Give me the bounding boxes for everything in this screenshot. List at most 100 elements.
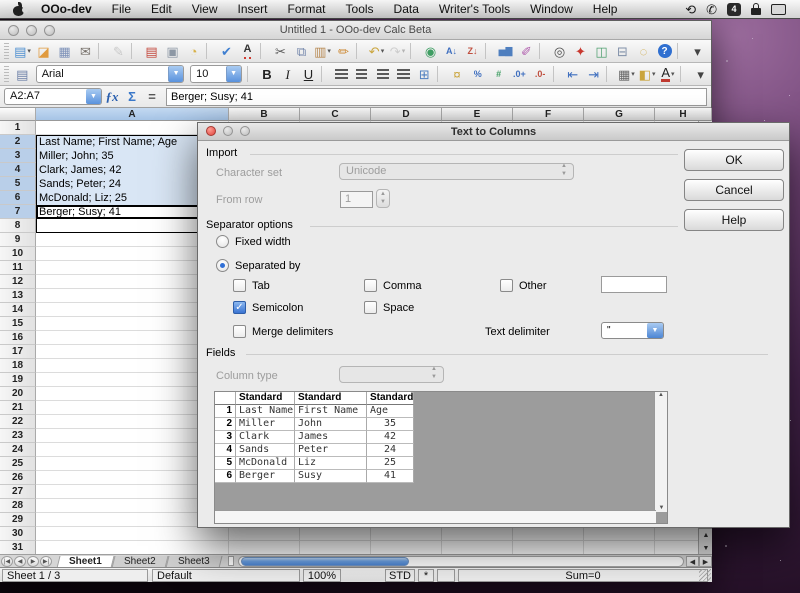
export-pdf-icon[interactable]: ▤: [142, 42, 161, 61]
preview-row-number[interactable]: 4: [215, 444, 236, 457]
ok-button[interactable]: OK: [684, 149, 784, 171]
preview-cell[interactable]: Berger: [236, 470, 295, 483]
preview-row-number[interactable]: 6: [215, 470, 236, 483]
row-header-2[interactable]: 2: [0, 135, 36, 149]
semicolon-checkbox[interactable]: ✓: [233, 301, 246, 314]
column-header-F[interactable]: F: [513, 108, 584, 121]
preview-row-number[interactable]: 2: [215, 418, 236, 431]
menu-file[interactable]: File: [102, 0, 141, 19]
time-machine-icon[interactable]: ⟲: [685, 0, 696, 19]
page-preview-icon[interactable]: ◔: [184, 42, 203, 61]
toolbar-grip[interactable]: [4, 43, 9, 59]
preview-cell[interactable]: 24: [367, 444, 414, 457]
preview-table[interactable]: StandardStandardStandard1Last NameFirst …: [214, 391, 668, 524]
data-sources-icon[interactable]: ⊟: [613, 42, 632, 61]
keychain-lock-icon[interactable]: [751, 3, 761, 16]
sort-ascending-icon[interactable]: A↓: [442, 42, 461, 61]
bold-icon[interactable]: B: [258, 65, 277, 84]
status-modified-flag[interactable]: *: [418, 569, 434, 582]
input-line[interactable]: Berger; Susy; 41: [166, 88, 707, 106]
preview-cell[interactable]: 41: [367, 470, 414, 483]
comma-checkbox[interactable]: [364, 279, 377, 292]
italic-icon[interactable]: I: [278, 65, 297, 84]
horizontal-scrollbar-thumb[interactable]: [241, 557, 409, 566]
menu-window[interactable]: Window: [520, 0, 583, 19]
from-row-field[interactable]: 1: [340, 191, 373, 208]
vertical-scrollbar-arrows[interactable]: ▲▼: [699, 528, 712, 554]
tab-checkbox[interactable]: [233, 279, 246, 292]
row-header-21[interactable]: 21: [0, 401, 36, 415]
styles-window-icon[interactable]: ▤: [13, 65, 32, 84]
preview-cell[interactable]: Peter: [295, 444, 367, 457]
undo-icon[interactable]: ↶▾: [367, 42, 386, 61]
separated-by-radio[interactable]: [216, 259, 229, 272]
menu-help[interactable]: Help: [583, 0, 628, 19]
sheet-tab-sheet1[interactable]: Sheet1: [57, 556, 115, 568]
increase-indent-icon[interactable]: ⇥: [584, 65, 603, 84]
preview-cell[interactable]: 35: [367, 418, 414, 431]
menu-format[interactable]: Format: [278, 0, 336, 19]
last-sheet-button[interactable]: ▶|: [40, 556, 52, 567]
status-page-style[interactable]: Default: [152, 569, 300, 582]
dialog-titlebar[interactable]: Text to Columns: [198, 123, 789, 141]
decrease-indent-icon[interactable]: ⇤: [563, 65, 582, 84]
preview-column-header[interactable]: Standard: [367, 392, 414, 405]
row-header-7[interactable]: 7: [0, 205, 36, 219]
hyperlink-icon[interactable]: ◉: [421, 42, 440, 61]
number-format-standard-icon[interactable]: #: [489, 65, 508, 84]
align-left-icon[interactable]: [332, 65, 351, 84]
dropdown-arrow-icon[interactable]: ▾: [631, 65, 635, 84]
spaces-icon[interactable]: 4: [727, 3, 741, 16]
function-icon[interactable]: =: [142, 89, 162, 104]
toolbar-overflow-icon[interactable]: ▾: [691, 65, 710, 84]
row-header-29[interactable]: 29: [0, 513, 36, 527]
help-button[interactable]: Help: [684, 209, 784, 231]
menu-insert[interactable]: Insert: [228, 0, 278, 19]
number-format-currency-icon[interactable]: ¤: [448, 65, 467, 84]
preview-cell[interactable]: John: [295, 418, 367, 431]
row-header-3[interactable]: 3: [0, 149, 36, 163]
column-header-B[interactable]: B: [229, 108, 300, 121]
row-header-17[interactable]: 17: [0, 345, 36, 359]
row-header-23[interactable]: 23: [0, 429, 36, 443]
row-header-20[interactable]: 20: [0, 387, 36, 401]
number-format-percent-icon[interactable]: %: [468, 65, 487, 84]
draw-functions-icon[interactable]: ✐: [517, 42, 536, 61]
name-box-dropdown-icon[interactable]: ▼: [86, 89, 101, 104]
preview-cell[interactable]: Susy: [295, 470, 367, 483]
scroll-left-arrow[interactable]: ◀: [686, 556, 699, 567]
window-resize-grip[interactable]: [699, 569, 711, 581]
preview-vertical-scrollbar[interactable]: ▲▼: [654, 392, 667, 512]
row-header-4[interactable]: 4: [0, 163, 36, 177]
name-box[interactable]: A2:A7▼: [4, 88, 102, 105]
delete-decimal-icon[interactable]: .0-: [531, 65, 550, 84]
row-header-19[interactable]: 19: [0, 373, 36, 387]
column-header-A[interactable]: A: [36, 108, 229, 121]
row-header-30[interactable]: 30: [0, 527, 36, 541]
zoom-icon[interactable]: ◌: [634, 42, 653, 61]
align-justified-icon[interactable]: [394, 65, 413, 84]
copy-icon[interactable]: ⧉: [292, 42, 311, 61]
row-header-31[interactable]: 31: [0, 541, 36, 554]
preview-cell[interactable]: 42: [367, 431, 414, 444]
text-delimiter-dropdown-icon[interactable]: ▼: [647, 323, 663, 338]
print-icon[interactable]: ▣: [163, 42, 182, 61]
apple-menu-icon[interactable]: [12, 3, 25, 16]
help-icon[interactable]: ?: [655, 42, 674, 61]
email-icon[interactable]: ✉: [76, 42, 95, 61]
row-header-12[interactable]: 12: [0, 275, 36, 289]
row-header-24[interactable]: 24: [0, 443, 36, 457]
sort-descending-icon[interactable]: Z↓: [463, 42, 482, 61]
redo-icon[interactable]: ↷▾: [388, 42, 407, 61]
format-paintbrush-icon[interactable]: ✏: [334, 42, 353, 61]
dropdown-arrow-icon[interactable]: ▾: [671, 65, 675, 84]
row-header-5[interactable]: 5: [0, 177, 36, 191]
insert-chart-icon[interactable]: ▅▇: [496, 42, 515, 61]
row-header-8[interactable]: 8: [0, 219, 36, 233]
scroll-right-arrow[interactable]: ▶: [699, 556, 712, 567]
row-header-25[interactable]: 25: [0, 457, 36, 471]
row-header-26[interactable]: 26: [0, 471, 36, 485]
space-checkbox[interactable]: [364, 301, 377, 314]
row-header-18[interactable]: 18: [0, 359, 36, 373]
row-header-13[interactable]: 13: [0, 289, 36, 303]
